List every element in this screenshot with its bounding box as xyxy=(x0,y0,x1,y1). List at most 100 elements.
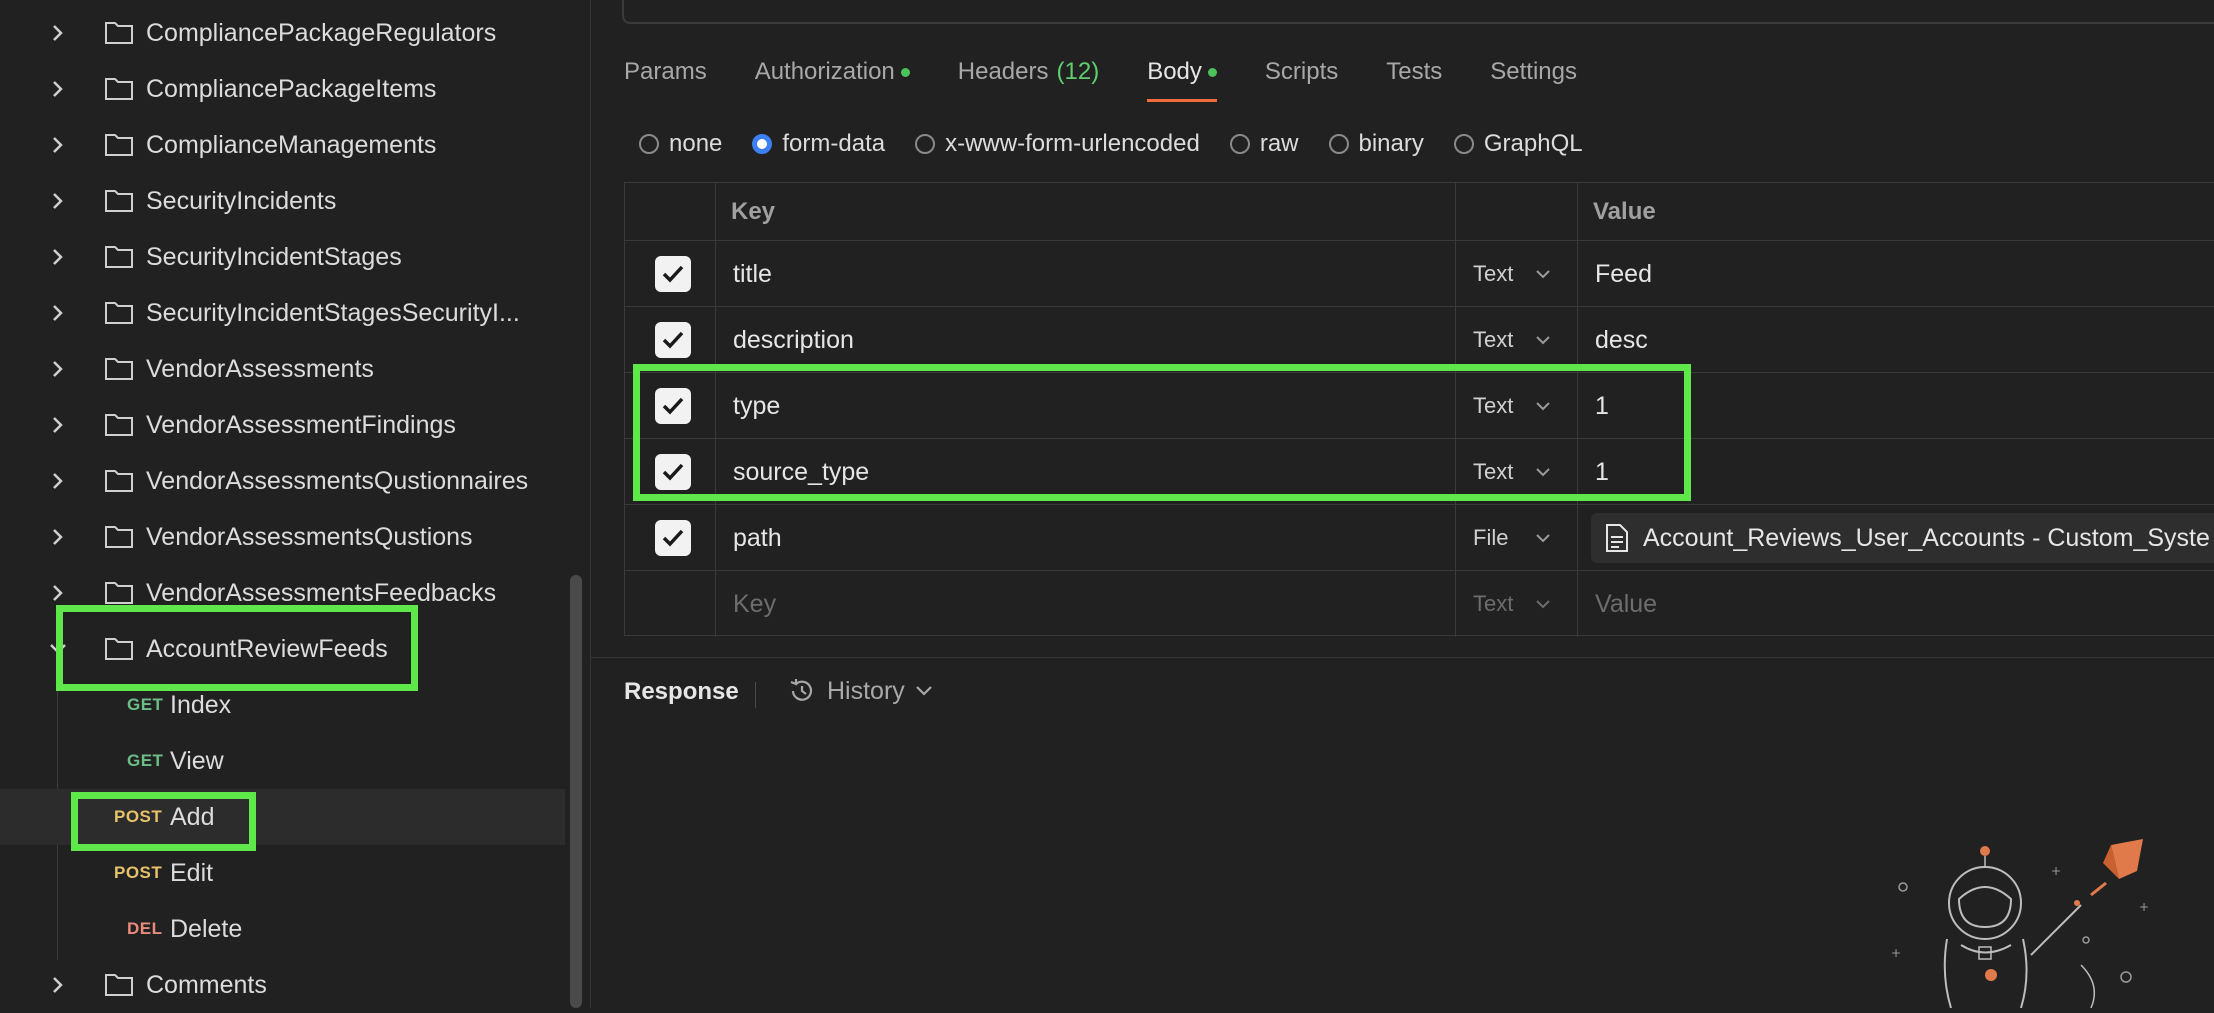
request-row-selected[interactable]: POST Add xyxy=(0,789,565,845)
chevron-right-icon[interactable] xyxy=(46,77,70,101)
radio-form-data[interactable]: form-data xyxy=(752,130,885,158)
chevron-right-icon[interactable] xyxy=(46,245,70,269)
tab-scripts[interactable]: Scripts xyxy=(1265,48,1338,96)
type-select[interactable]: File xyxy=(1455,505,1578,570)
folder-row[interactable]: VendorAssessmentFindings xyxy=(0,397,565,453)
radio-circle-icon[interactable] xyxy=(915,134,936,154)
chevron-down-icon[interactable] xyxy=(46,637,70,661)
value-cell[interactable]: desc xyxy=(1577,307,2214,372)
folder-row[interactable]: Comments xyxy=(0,957,565,1013)
chevron-right-icon[interactable] xyxy=(46,21,70,45)
file-chip[interactable]: Account_Reviews_User_Accounts - Custom_S… xyxy=(1591,513,2214,563)
table-row: path File Account_Reviews_User_Accounts … xyxy=(625,505,2214,571)
radio-x-www-form-urlencoded[interactable]: x-www-form-urlencoded xyxy=(915,130,1200,158)
value-cell[interactable]: 1 xyxy=(1577,373,2214,438)
tab-settings[interactable]: Settings xyxy=(1490,48,1577,96)
checkbox-checked-icon[interactable] xyxy=(655,256,691,292)
folder-label: SecurityIncidents xyxy=(146,187,337,215)
folder-icon xyxy=(104,411,136,439)
radio-graphql[interactable]: GraphQL xyxy=(1453,130,1583,158)
tab-body[interactable]: Body xyxy=(1147,48,1217,102)
radio-circle-icon[interactable] xyxy=(1453,134,1474,154)
request-row[interactable]: DEL Delete xyxy=(0,901,565,957)
value-cell[interactable]: Feed xyxy=(1577,241,2214,306)
key-cell[interactable]: source_type xyxy=(715,439,1456,504)
value-cell[interactable]: 1 xyxy=(1577,439,2214,504)
folder-row-open[interactable]: AccountReviewFeeds xyxy=(0,621,565,677)
history-icon xyxy=(790,679,813,701)
radio-raw[interactable]: raw xyxy=(1229,130,1299,158)
tab-headers[interactable]: Headers (12) xyxy=(958,48,1099,96)
response-bar: Response History xyxy=(591,657,2214,728)
folder-row[interactable]: SecurityIncidentStagesSecurityI... xyxy=(0,285,565,341)
folder-label: ComplianceManagements xyxy=(146,131,437,159)
astronaut-illustration: + + + xyxy=(1891,839,2149,1008)
checkbox-checked-icon[interactable] xyxy=(655,520,691,556)
chevron-right-icon[interactable] xyxy=(46,973,70,997)
checkbox-checked-icon[interactable] xyxy=(655,388,691,424)
url-bar[interactable] xyxy=(622,0,2214,24)
folder-icon xyxy=(104,187,136,215)
table-header: Key Value xyxy=(625,183,2214,241)
radio-binary[interactable]: binary xyxy=(1328,130,1424,158)
type-text: Text xyxy=(1473,327,1514,352)
history-button[interactable]: History xyxy=(787,676,933,706)
folder-label: CompliancePackageItems xyxy=(146,75,437,103)
radio-circle-icon[interactable] xyxy=(1229,134,1250,154)
folder-row[interactable]: CompliancePackageItems xyxy=(0,61,565,117)
key-input[interactable]: Key xyxy=(715,571,1456,637)
folder-row[interactable]: VendorAssessments xyxy=(0,341,565,397)
chevron-right-icon[interactable] xyxy=(46,301,70,325)
tab-tests[interactable]: Tests xyxy=(1386,48,1442,96)
chevron-right-icon[interactable] xyxy=(46,581,70,605)
radio-circle-icon[interactable] xyxy=(639,134,659,154)
type-select[interactable]: Text xyxy=(1455,241,1578,306)
tab-label: Headers xyxy=(957,58,1049,85)
chevron-right-icon[interactable] xyxy=(46,189,70,213)
tab-params[interactable]: Params xyxy=(624,48,707,96)
table-row: type Text 1 xyxy=(625,373,2214,439)
type-select[interactable]: Text xyxy=(1455,373,1578,438)
sidebar-scrollbar[interactable] xyxy=(570,575,582,1008)
folder-row[interactable]: ComplianceManagements xyxy=(0,117,565,173)
type-select[interactable]: Text xyxy=(1455,439,1578,504)
value-input[interactable]: Value xyxy=(1577,571,2214,637)
chevron-right-icon[interactable] xyxy=(46,469,70,493)
key-cell[interactable]: path xyxy=(715,505,1456,570)
request-row[interactable]: POST Edit xyxy=(0,845,565,901)
key-text: path xyxy=(733,524,782,552)
request-row[interactable]: GET View xyxy=(0,733,565,789)
tab-authorization[interactable]: Authorization xyxy=(755,48,910,96)
chevron-right-icon[interactable] xyxy=(46,413,70,437)
folder-row[interactable]: VendorAssessmentsQustionnaires xyxy=(0,453,565,509)
key-cell[interactable]: type xyxy=(715,373,1456,438)
folder-row[interactable]: VendorAssessmentsQustions xyxy=(0,509,565,565)
folder-row[interactable]: CompliancePackageRegulators xyxy=(0,5,565,61)
radio-circle-icon[interactable] xyxy=(1328,134,1349,154)
check-cell xyxy=(625,571,716,637)
type-select[interactable]: Text xyxy=(1455,307,1578,372)
chevron-right-icon[interactable] xyxy=(46,357,70,381)
table-row: description Text desc xyxy=(625,307,2214,373)
radio-label: raw xyxy=(1259,130,1299,157)
type-select[interactable]: Text xyxy=(1455,571,1578,637)
folder-label: VendorAssessmentsFeedbacks xyxy=(146,579,497,607)
key-cell[interactable]: description xyxy=(715,307,1456,372)
checkbox-checked-icon[interactable] xyxy=(655,454,691,490)
check-cell xyxy=(625,505,716,570)
radio-circle-selected-icon[interactable] xyxy=(752,134,773,154)
value-cell[interactable]: Account_Reviews_User_Accounts - Custom_S… xyxy=(1577,505,2214,570)
folder-label: VendorAssessmentFindings xyxy=(146,411,456,439)
history-label: History xyxy=(827,676,905,705)
key-cell[interactable]: title xyxy=(715,241,1456,306)
column-header-key: Key xyxy=(731,198,776,225)
radio-none[interactable]: none xyxy=(639,130,722,158)
request-row[interactable]: GET Index xyxy=(0,677,565,733)
folder-row[interactable]: VendorAssessmentsFeedbacks xyxy=(0,565,565,621)
checkbox-checked-icon[interactable] xyxy=(655,322,691,358)
folder-row[interactable]: SecurityIncidentStages xyxy=(0,229,565,285)
chevron-right-icon[interactable] xyxy=(46,133,70,157)
chevron-right-icon[interactable] xyxy=(46,525,70,549)
folder-row[interactable]: SecurityIncidents xyxy=(0,173,565,229)
key-text: type xyxy=(733,392,781,420)
